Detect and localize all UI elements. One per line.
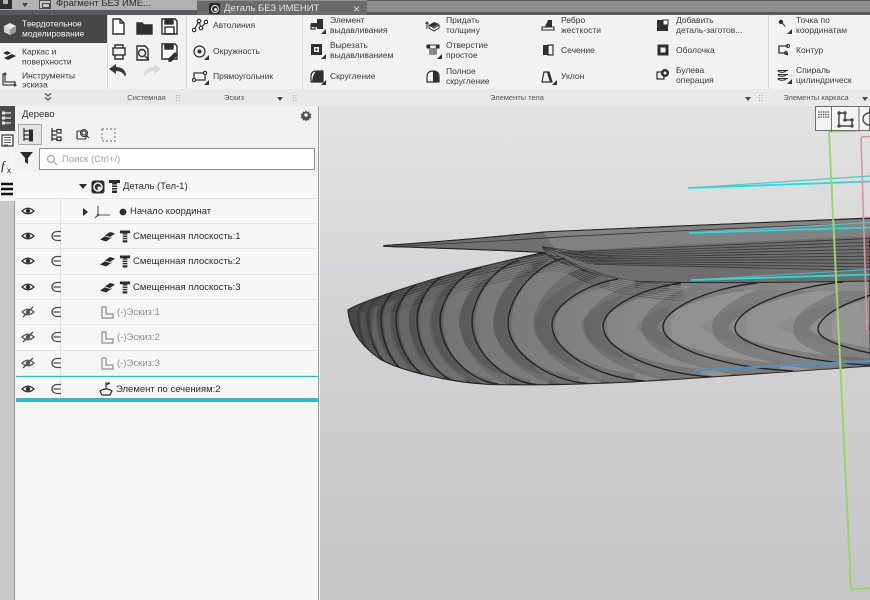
svg-text:x: x (7, 166, 11, 175)
